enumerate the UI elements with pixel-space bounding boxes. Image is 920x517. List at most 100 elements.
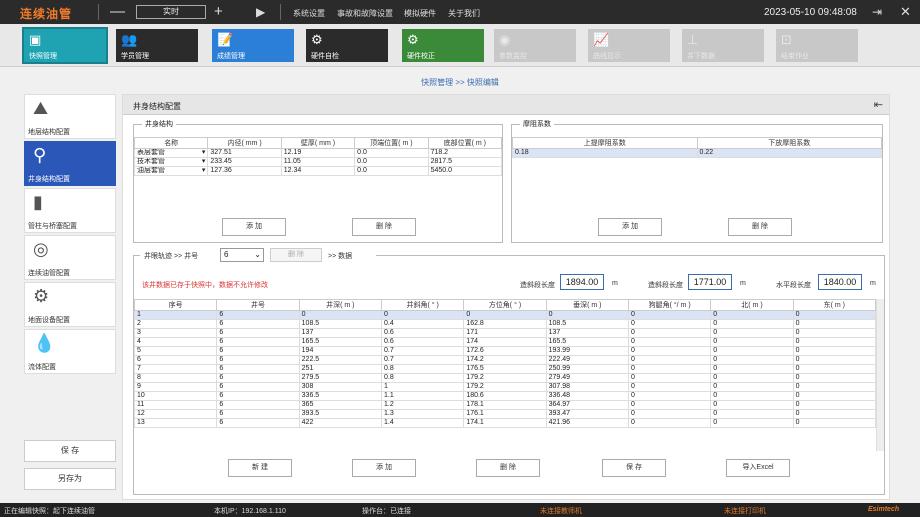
- table-cell[interactable]: 222.49: [545, 355, 629, 365]
- table-cell[interactable]: 0: [710, 337, 794, 347]
- table-cell[interactable]: 2: [134, 319, 218, 329]
- add-row-button[interactable]: 添 加: [352, 459, 416, 477]
- table-cell[interactable]: 0: [627, 364, 712, 374]
- minus-button[interactable]: —: [110, 2, 125, 22]
- table-cell[interactable]: 12: [134, 409, 218, 419]
- table-cell[interactable]: 0: [710, 310, 794, 320]
- table-row[interactable]: 8 6 279.5 0.8 179.2 279.49 0 0 0: [134, 373, 877, 383]
- table-cell[interactable]: 技术套管 ▾: [133, 157, 209, 167]
- table-cell[interactable]: 108.5: [545, 319, 629, 329]
- table-cell[interactable]: 176.1: [463, 409, 547, 419]
- column-header[interactable]: 井深( m ): [298, 299, 382, 311]
- table-cell[interactable]: 179.2: [463, 373, 547, 383]
- table-cell[interactable]: 0: [627, 391, 712, 401]
- sidebar-item-tubing-plug[interactable]: ▮ 管柱与桥塞配置: [24, 188, 116, 233]
- table-cell[interactable]: 718.2: [427, 148, 503, 158]
- table-row[interactable]: 1 6 0 0 0 0 0 0 0: [134, 310, 877, 320]
- table-row[interactable]: 9 6 308 1 179.2 307.98 0 0 0: [134, 382, 877, 392]
- table-row[interactable]: 7 6 251 0.8 176.5 250.99 0 0 0: [134, 364, 877, 374]
- table-cell[interactable]: 174: [463, 337, 547, 347]
- table-cell[interactable]: 279.49: [545, 373, 629, 383]
- table-cell[interactable]: 1.3: [380, 409, 465, 419]
- table-cell[interactable]: 0: [710, 400, 794, 410]
- table-cell[interactable]: 0.6: [380, 337, 465, 347]
- table-cell[interactable]: 108.5: [298, 319, 382, 329]
- table-cell[interactable]: 176.5: [463, 364, 547, 374]
- table-cell[interactable]: 0: [792, 400, 877, 410]
- table-cell[interactable]: 6: [216, 319, 300, 329]
- column-header[interactable]: 垂深( m ): [545, 299, 629, 311]
- table-cell[interactable]: 174.1: [463, 418, 547, 428]
- table-cell[interactable]: 10: [134, 391, 218, 401]
- exit-icon[interactable]: ⇤: [874, 98, 883, 111]
- horizontal-length-field[interactable]: 1840.00: [818, 274, 862, 290]
- table-row[interactable]: 表层套管 ▾ 327.51 12.19 0.0 718.2: [133, 148, 503, 158]
- table-cell[interactable]: 0: [627, 409, 712, 419]
- table-cell[interactable]: 12.19: [280, 148, 356, 158]
- table-cell[interactable]: 0: [792, 382, 877, 392]
- table-cell[interactable]: 165.5: [298, 337, 382, 347]
- table-cell[interactable]: 0: [710, 373, 794, 383]
- delete-row-button[interactable]: 删 除: [476, 459, 540, 477]
- toolbar-button-5[interactable]: ◉ 参数监控: [494, 29, 576, 62]
- build-length-field[interactable]: 1771.00: [688, 274, 732, 290]
- table-cell[interactable]: 0: [792, 319, 877, 329]
- table-cell[interactable]: 12.34: [280, 166, 356, 176]
- table-cell[interactable]: 2817.5: [427, 157, 503, 167]
- table-cell[interactable]: 251: [298, 364, 382, 374]
- new-row-button[interactable]: 新 建: [228, 459, 292, 477]
- table-cell[interactable]: 11: [134, 400, 218, 410]
- table-cell[interactable]: 0: [298, 310, 382, 320]
- sidebar-item-formation[interactable]: ⛰ 地层结构配置: [24, 94, 116, 139]
- menu-system-settings[interactable]: 系统设置: [293, 8, 325, 19]
- table-cell[interactable]: 307.98: [545, 382, 629, 392]
- table-row[interactable]: 10 6 336.5 1.1 180.6 336.48 0 0 0: [134, 391, 877, 401]
- column-header[interactable]: 下放摩阻系数: [696, 137, 882, 149]
- table-cell[interactable]: 6: [216, 382, 300, 392]
- column-header[interactable]: 壁厚( mm ): [280, 137, 356, 149]
- table-cell[interactable]: 327.51: [207, 148, 282, 158]
- table-cell[interactable]: 174.2: [463, 355, 547, 365]
- table-cell[interactable]: 0.4: [380, 319, 465, 329]
- column-header[interactable]: 内径( mm ): [207, 137, 282, 149]
- table-cell[interactable]: 0: [627, 328, 712, 338]
- table-cell[interactable]: 6: [216, 310, 300, 320]
- table-cell[interactable]: 0: [792, 409, 877, 419]
- table-cell[interactable]: 1: [380, 382, 465, 392]
- table-cell[interactable]: 0.0: [354, 148, 429, 158]
- table-cell[interactable]: 6: [216, 418, 300, 428]
- table-cell[interactable]: 194: [298, 346, 382, 356]
- column-header[interactable]: 井斜角( ° ): [380, 299, 465, 311]
- table-cell[interactable]: 表层套管 ▾: [133, 148, 209, 158]
- delete-well-button[interactable]: 删 除: [270, 248, 322, 262]
- table-cell[interactable]: 0: [627, 310, 712, 320]
- table-cell[interactable]: 393.5: [298, 409, 382, 419]
- toolbar-button-7[interactable]: ⊥ 井下数据: [682, 29, 764, 62]
- table-cell[interactable]: 421.96: [545, 418, 629, 428]
- save-button[interactable]: 保 存: [24, 440, 116, 462]
- table-cell[interactable]: 165.5: [545, 337, 629, 347]
- menu-about[interactable]: 关于我们: [448, 8, 480, 19]
- table-cell[interactable]: 8: [134, 373, 218, 383]
- table-cell[interactable]: 0: [380, 310, 465, 320]
- table-cell[interactable]: 336.5: [298, 391, 382, 401]
- table-cell[interactable]: 0.8: [380, 373, 465, 383]
- table-cell[interactable]: 0: [710, 319, 794, 329]
- table-cell[interactable]: 7: [134, 364, 218, 374]
- table-cell[interactable]: 0: [792, 373, 877, 383]
- sidebar-item-surface-equipment[interactable]: ⚙ 地面设备配置: [24, 282, 116, 327]
- delete-friction-button[interactable]: 删 除: [728, 218, 792, 236]
- kickoff-length-field[interactable]: 1894.00: [560, 274, 604, 290]
- table-cell[interactable]: 180.6: [463, 391, 547, 401]
- table-cell[interactable]: 0: [545, 310, 629, 320]
- menu-sim-hardware[interactable]: 模拟硬件: [404, 8, 436, 19]
- dropdown-arrow-icon[interactable]: ▾: [202, 159, 206, 166]
- table-row[interactable]: 13 6 422 1.4 174.1 421.96 0 0 0: [134, 418, 877, 428]
- play-button[interactable]: ▶: [256, 2, 265, 22]
- mode-selector[interactable]: 实时: [136, 5, 206, 19]
- table-cell[interactable]: 171: [463, 328, 547, 338]
- table-row[interactable]: 3 6 137 0.6 171 137 0 0 0: [134, 328, 877, 338]
- table-cell[interactable]: 0: [710, 382, 794, 392]
- table-cell[interactable]: 172.6: [463, 346, 547, 356]
- column-header[interactable]: 方位角( ° ): [463, 299, 547, 311]
